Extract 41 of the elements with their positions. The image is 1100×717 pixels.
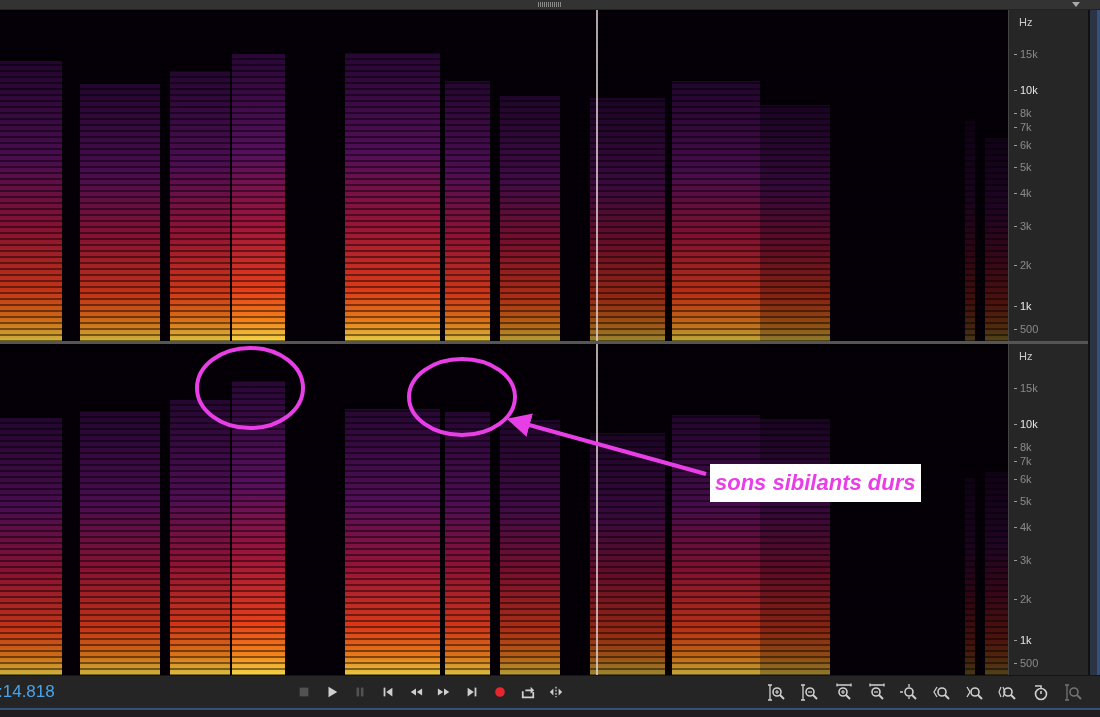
frequency-tick-label: 3k <box>1014 554 1032 566</box>
axis-unit: Hz <box>1019 15 1033 30</box>
axis-unit: Hz <box>1019 349 1033 364</box>
scrollbar[interactable] <box>1088 10 1100 675</box>
frequency-tick-label: 500 <box>1014 657 1039 669</box>
frequency-tick-label: 3k <box>1014 220 1032 232</box>
frequency-tick-label: 6k <box>1014 473 1032 485</box>
stop-icon <box>297 685 311 699</box>
skip-selection-icon <box>549 685 563 699</box>
horizontal-zoom-out-icon <box>866 682 885 702</box>
skip-to-start-icon <box>381 685 395 699</box>
frequency-tick-label: 8k <box>1014 107 1032 119</box>
frequency-tick-label: 2k <box>1014 259 1032 271</box>
skip-to-end-icon <box>465 685 479 699</box>
frequency-tick-label: 2k <box>1014 593 1032 605</box>
zoom-reset-icon <box>1064 682 1083 702</box>
frequency-tick-label: 1k <box>1014 634 1032 646</box>
horizontal-zoom-in-icon <box>833 682 852 702</box>
frequency-tick-label: 1k <box>1014 300 1032 312</box>
frequency-tick-label: 10k <box>1014 418 1038 430</box>
record-icon <box>493 685 507 699</box>
frequency-tick-label: 7k <box>1014 121 1032 133</box>
panel-grip-icon[interactable] <box>538 2 562 7</box>
timecode: :14.818 <box>0 681 56 704</box>
frequency-tick-label: 5k <box>1014 495 1032 507</box>
frequency-tick-label: 15k <box>1014 48 1038 60</box>
frequency-tick-label: 10k <box>1014 84 1038 96</box>
frequency-tick-label: 4k <box>1014 521 1032 533</box>
vertical-zoom-in-icon <box>767 682 786 702</box>
frequency-tick-label: 4k <box>1014 187 1032 199</box>
frequency-tick-label: 6k <box>1014 139 1032 151</box>
frequency-tick-label: 7k <box>1014 455 1032 467</box>
vertical-zoom-out-icon <box>800 682 819 702</box>
frequency-tick-label: 5k <box>1014 161 1032 173</box>
loop-icon <box>521 685 535 699</box>
frequency-tick-label: 15k <box>1014 382 1038 394</box>
zoom-out-full-icon <box>899 682 918 702</box>
frequency-tick-label: 500 <box>1014 323 1039 335</box>
frequency-tick-label: 8k <box>1014 441 1032 453</box>
dropdown-arrow-icon[interactable] <box>1072 2 1080 7</box>
annotation-label: sons sibilants durs <box>710 464 921 502</box>
